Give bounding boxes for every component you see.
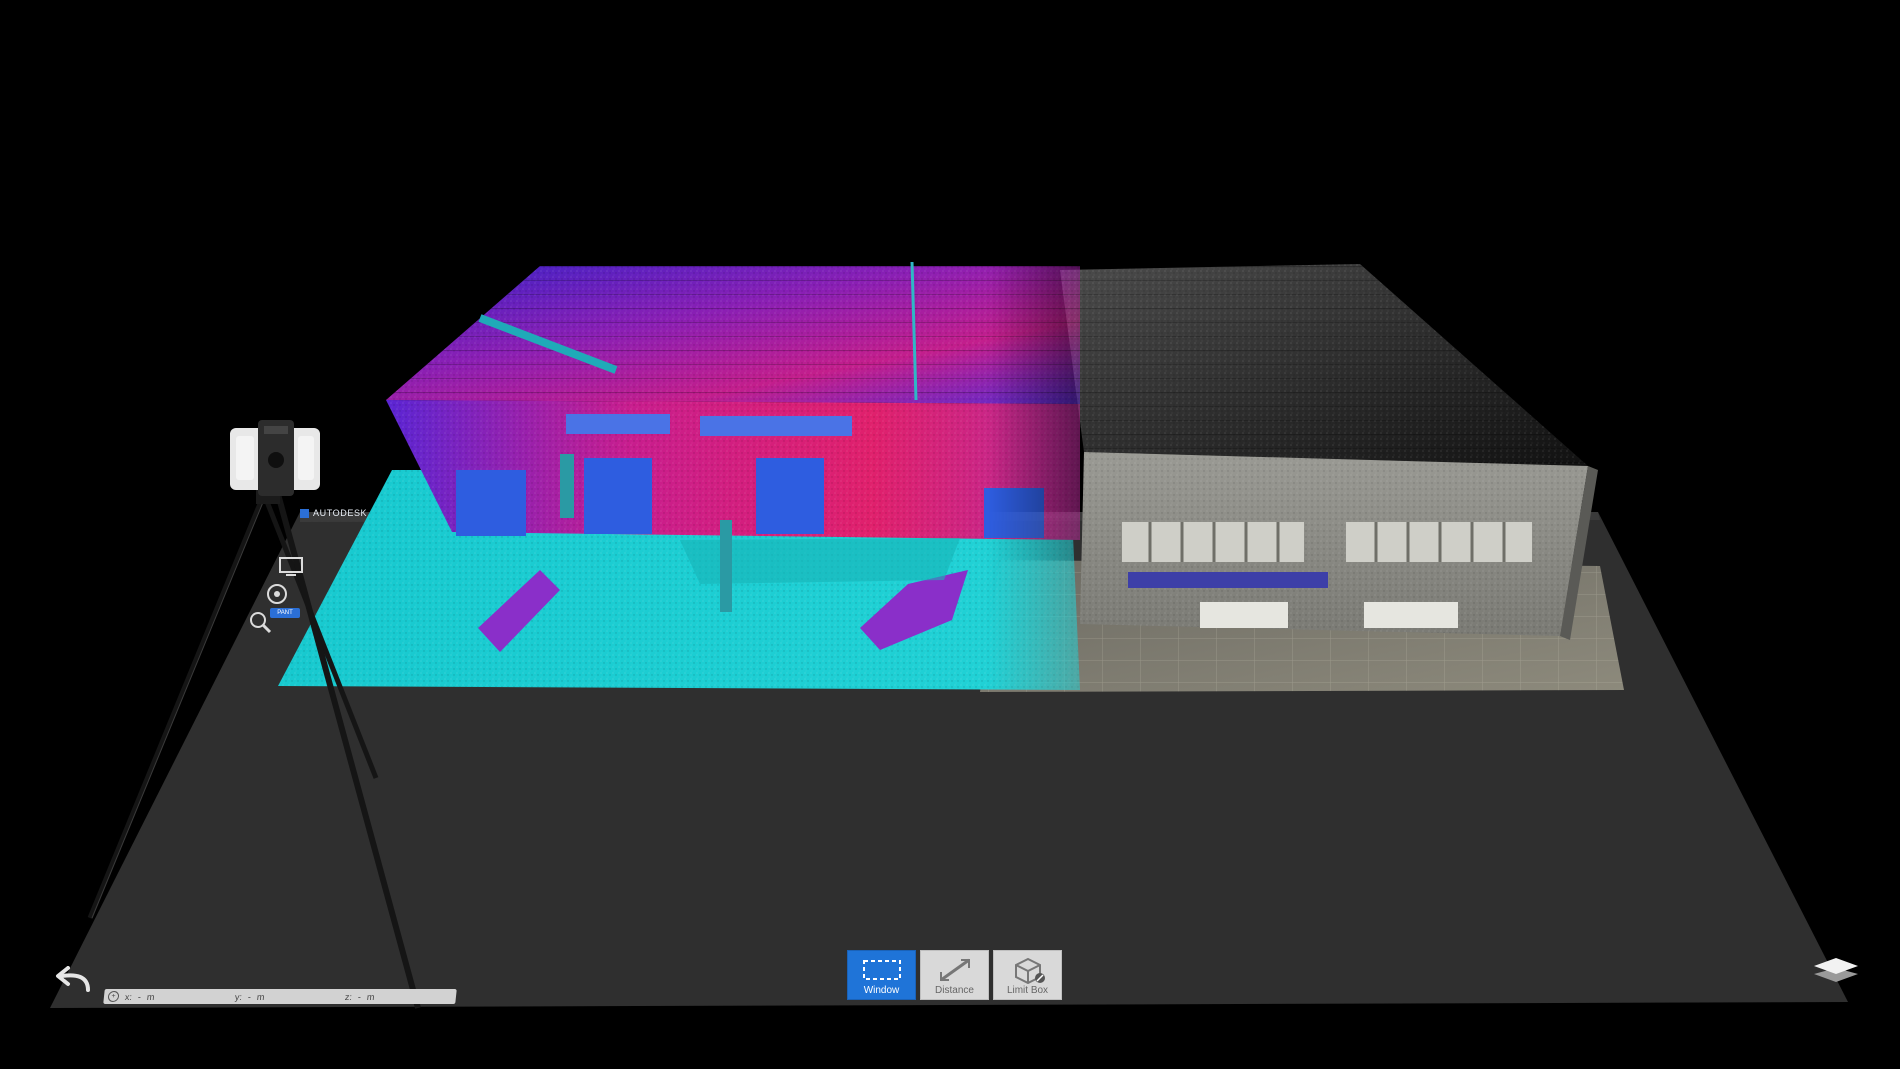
point-cloud-scene[interactable] (0, 0, 1900, 1069)
coord-y-label: y: (234, 991, 243, 1002)
autodesk-logo-icon (300, 508, 309, 518)
coord-z-value: - (357, 991, 362, 1002)
coord-x-label: x: (124, 991, 133, 1002)
orbit-icon[interactable] (262, 582, 292, 606)
distance-label: Distance (935, 985, 974, 996)
limit-box-label: Limit Box (1006, 985, 1049, 996)
undo-arrow-icon[interactable] (48, 966, 94, 996)
bottom-toolbar: Window Distance Limit Box (847, 950, 1062, 1000)
coord-x: x: - m (124, 992, 235, 1002)
measure-distance-icon (921, 956, 988, 984)
crosshair-icon: + (107, 991, 120, 1002)
display-icon[interactable] (276, 554, 306, 578)
coordinate-readout: + x: - m y: - m z: - m (103, 989, 457, 1004)
left-toolbar (240, 548, 303, 638)
coord-z-label: z: (344, 991, 353, 1002)
coord-x-value: - (137, 991, 142, 1002)
coord-y-value: - (247, 991, 252, 1002)
distance-button[interactable]: Distance (920, 950, 989, 1000)
coord-y-unit: m (256, 991, 266, 1002)
coord-x-unit: m (146, 991, 156, 1002)
coord-z: z: - m (344, 992, 455, 1002)
limit-box-icon (994, 956, 1061, 984)
window-select-label: Window (863, 985, 900, 996)
coord-y: y: - m (234, 992, 345, 1002)
coord-z-unit: m (366, 991, 376, 1002)
status-badge: PANT (270, 608, 300, 618)
layers-icon[interactable] (1810, 954, 1862, 984)
app-header: AUTODESK (300, 506, 410, 520)
app-header-label: AUTODESK (313, 508, 368, 518)
selection-window-icon (848, 956, 915, 984)
viewer-stage: AUTODESK PANT + x: - m y: - m z: - m Win… (0, 0, 1900, 1069)
limit-box-button[interactable]: Limit Box (993, 950, 1062, 1000)
intensity-point-cloud (278, 261, 1080, 690)
window-select-button[interactable]: Window (847, 950, 916, 1000)
